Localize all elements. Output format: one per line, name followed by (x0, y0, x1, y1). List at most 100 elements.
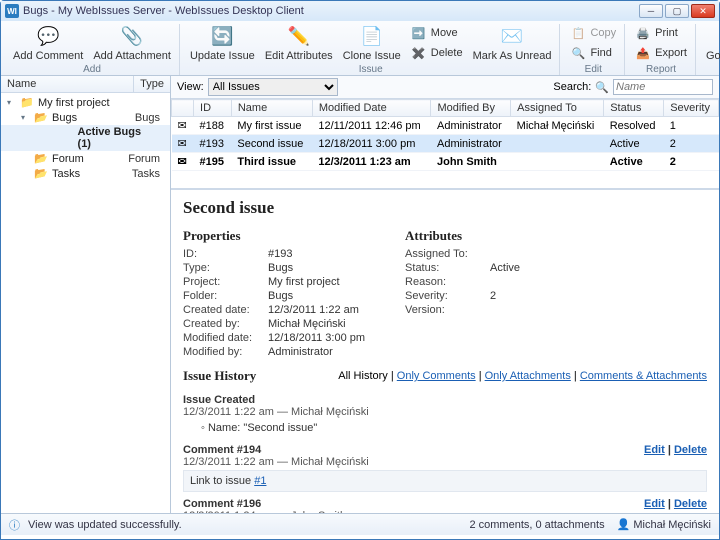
prop-value: 12/18/2011 3:00 pm (268, 332, 365, 344)
column-header[interactable]: ID (194, 100, 232, 117)
edit-attributes-button[interactable]: ✏️Edit Attributes (263, 24, 335, 62)
delete-comment-link[interactable]: Delete (674, 498, 707, 510)
cell-mby: John Smith (431, 153, 511, 171)
tree-node[interactable]: Active Bugs (1) (1, 125, 170, 151)
group-label-report: Report (633, 64, 689, 76)
cell-sev: 2 (664, 135, 719, 153)
cell-name: My first issue (231, 117, 312, 135)
issue-title: Second issue (183, 198, 707, 218)
tree-node[interactable]: ▾📁My first project (1, 95, 170, 110)
table-row[interactable]: ✉#195Third issue12/3/2011 1:23 amJohn Sm… (172, 153, 719, 171)
update-issue-button[interactable]: 🔄Update Issue (188, 24, 257, 62)
history-header: Issue History (183, 368, 256, 384)
status-user: Michał Męciński (633, 519, 711, 531)
comment-header: Comment #194 Edit | Delete (183, 444, 707, 456)
folder-icon: 📂 (34, 111, 48, 124)
delete-comment-link[interactable]: Delete (674, 444, 707, 456)
cell-name: Third issue (231, 153, 312, 171)
mail-icon: ✉️ (500, 25, 524, 49)
issue-created-body: Name: "Second issue" (208, 422, 317, 434)
group-label-issue: Issue (188, 64, 553, 76)
prop-key: Created date: (183, 304, 268, 316)
comment-icon: 💬 (36, 25, 60, 49)
prop-key: Status: (405, 262, 490, 274)
column-header[interactable]: Status (604, 100, 664, 117)
maximize-button[interactable]: ▢ (665, 4, 689, 18)
attachment-icon: 📎 (120, 25, 144, 49)
expand-icon[interactable]: ▾ (7, 98, 16, 107)
properties-header: Properties (183, 228, 365, 244)
issue-link[interactable]: #1 (254, 475, 266, 487)
copy-icon: 📋 (570, 25, 586, 41)
status-counts: 2 comments, 0 attachments (469, 519, 604, 531)
prop-key: Assigned To: (405, 248, 490, 260)
refresh-icon: 🔄 (210, 25, 234, 49)
export-button[interactable]: 📤Export (633, 44, 689, 62)
prop-value (490, 276, 520, 288)
table-row[interactable]: ✉#193Second issue12/18/2011 3:00 pmAdmin… (172, 135, 719, 153)
issues-table[interactable]: IDNameModified DateModified ByAssigned T… (171, 99, 719, 171)
export-icon: 📤 (635, 45, 651, 61)
column-header[interactable]: Severity (664, 100, 719, 117)
attributes-header: Attributes (405, 228, 520, 244)
group-label-tools: Tools (704, 64, 720, 76)
find-button[interactable]: 🔍Find (568, 44, 618, 62)
add-comment-button[interactable]: 💬Add Comment (11, 24, 85, 62)
clone-issue-button[interactable]: 📄Clone Issue (341, 24, 403, 62)
all-history-link: All History (338, 370, 388, 382)
tree-label: Tasks (52, 168, 80, 180)
statusbar: ⓘ View was updated successfully. 2 comme… (1, 513, 719, 535)
view-label: View: (177, 81, 204, 93)
prop-value: Bugs (268, 290, 365, 302)
status-message: View was updated successfully. (28, 519, 182, 531)
tree-label: Active Bugs (1) (78, 126, 156, 150)
delete-button[interactable]: ✖️Delete (409, 44, 465, 62)
column-header[interactable]: Name (231, 100, 312, 117)
only-comments-link[interactable]: Only Comments (397, 370, 476, 382)
folder-tree[interactable]: ▾📁My first project▾📂BugsBugsActive Bugs … (1, 93, 170, 183)
folder-icon: 📂 (34, 167, 48, 180)
mark-unread-button[interactable]: ✉️Mark As Unread (471, 24, 554, 62)
view-bar: View: All Issues Search: 🔍 (171, 76, 719, 99)
cell-mby: Administrator (431, 117, 511, 135)
titlebar: WI Bugs - My WebIssues Server - WebIssue… (1, 1, 719, 21)
column-header[interactable]: Assigned To (511, 100, 604, 117)
view-select[interactable]: All Issues (208, 78, 338, 96)
table-row[interactable]: ✉#188My first issue12/11/2011 12:46 pmAd… (172, 117, 719, 135)
minimize-button[interactable]: ─ (639, 4, 663, 18)
expand-icon[interactable]: ▾ (21, 113, 30, 122)
cell-status: Resolved (604, 117, 664, 135)
group-label-edit: Edit (568, 64, 618, 76)
prop-key: Modified by: (183, 346, 268, 358)
search-input[interactable] (613, 79, 713, 95)
tree-label: Bugs (52, 112, 77, 124)
tree-node[interactable]: ▾📂BugsBugs (1, 110, 170, 125)
copy-button[interactable]: 📋Copy (568, 24, 618, 42)
edit-comment-link[interactable]: Edit (644, 444, 665, 456)
only-attachments-link[interactable]: Only Attachments (485, 370, 571, 382)
prop-key: ID: (183, 248, 268, 260)
add-attachment-button[interactable]: 📎Add Attachment (91, 24, 173, 62)
prop-key: Folder: (183, 290, 268, 302)
sidebar-header-type[interactable]: Type (134, 76, 170, 92)
column-header[interactable]: Modified By (431, 100, 511, 117)
print-button[interactable]: 🖨️Print (633, 24, 689, 42)
column-header[interactable] (172, 100, 194, 117)
cell-id: #188 (194, 117, 232, 135)
issue-created-header: Issue Created (183, 394, 707, 406)
cell-sev: 2 (664, 153, 719, 171)
edit-comment-link[interactable]: Edit (644, 498, 665, 510)
comments-attachments-link[interactable]: Comments & Attachments (580, 370, 707, 382)
close-window-button[interactable]: ✕ (691, 4, 715, 18)
cell-status: Active (604, 135, 664, 153)
cell-id: #193 (194, 135, 232, 153)
goto-item-button[interactable]: ➜Go To Item (704, 24, 720, 62)
tree-node[interactable]: 📂TasksTasks (1, 166, 170, 181)
tree-node[interactable]: 📂ForumForum (1, 151, 170, 166)
sidebar-header-name[interactable]: Name (1, 76, 134, 92)
cell-ato (511, 153, 604, 171)
cell-mdate: 12/18/2011 3:00 pm (312, 135, 431, 153)
move-button[interactable]: ➡️Move (409, 24, 465, 42)
column-header[interactable]: Modified Date (312, 100, 431, 117)
edit-icon: ✏️ (287, 25, 311, 49)
